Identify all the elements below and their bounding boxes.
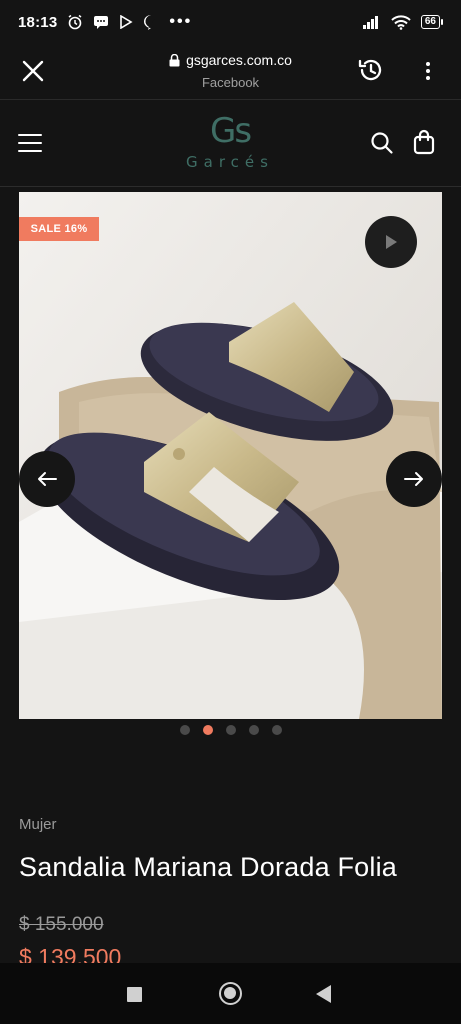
browser-subtitle: Facebook <box>201 74 260 90</box>
recent-apps-icon[interactable] <box>127 987 142 1002</box>
status-notification-icons: ••• <box>67 13 192 31</box>
sale-badge: SALE 16% <box>19 217 99 241</box>
messenger-icon <box>144 15 156 30</box>
browser-address[interactable]: gsgarces.com.co Facebook <box>0 52 461 90</box>
overflow-menu-icon[interactable] <box>416 58 440 84</box>
battery-level: 66 <box>420 15 440 29</box>
gallery-pagination <box>0 725 461 737</box>
site-header: Gs Garcés <box>0 101 461 187</box>
play-video-button[interactable] <box>365 216 417 268</box>
browser-toolbar: gsgarces.com.co Facebook <box>0 44 461 100</box>
hamburger-menu-icon[interactable] <box>18 134 42 154</box>
product-category[interactable]: Mujer <box>19 816 57 833</box>
brand-logo[interactable]: Gs Garcés <box>170 111 290 177</box>
pagination-dot-2[interactable] <box>202 725 213 735</box>
pagination-dot-3[interactable] <box>225 725 236 735</box>
wifi-icon <box>391 14 411 30</box>
status-bar: 18:13 ••• 66 <box>0 0 461 44</box>
system-navigation-bar <box>0 963 461 1024</box>
product-image[interactable] <box>19 192 442 719</box>
arrow-right-icon <box>404 472 423 486</box>
message-icon <box>94 16 109 29</box>
shopping-bag-icon[interactable] <box>412 129 436 155</box>
product-title: Sandalia Mariana Dorada Folia <box>19 852 398 882</box>
logo-mark: Gs <box>209 111 252 151</box>
battery-icon: 66 <box>420 15 443 29</box>
next-image-button[interactable] <box>386 451 442 507</box>
previous-image-button[interactable] <box>19 451 75 507</box>
pagination-dot-5[interactable] <box>271 725 282 735</box>
pagination-dot-1[interactable] <box>179 725 190 735</box>
status-system-icons: 66 <box>362 14 443 30</box>
lock-icon <box>169 53 180 66</box>
more-dots-icon: ••• <box>169 13 193 30</box>
status-time: 18:13 <box>18 13 58 31</box>
logo-wordmark: Garcés <box>186 153 274 171</box>
play-icon <box>386 235 397 249</box>
product-old-price: $ 155.000 <box>19 914 104 935</box>
signal-icon <box>362 16 378 29</box>
alarm-icon <box>68 14 82 30</box>
search-icon[interactable] <box>370 131 394 155</box>
play-store-icon <box>120 15 133 29</box>
back-icon[interactable] <box>316 985 331 1003</box>
browser-url-text: gsgarces.com.co <box>186 52 292 68</box>
history-icon[interactable] <box>356 55 386 85</box>
arrow-left-icon <box>38 472 57 486</box>
pagination-dot-4[interactable] <box>248 725 259 735</box>
home-icon[interactable] <box>219 982 242 1005</box>
